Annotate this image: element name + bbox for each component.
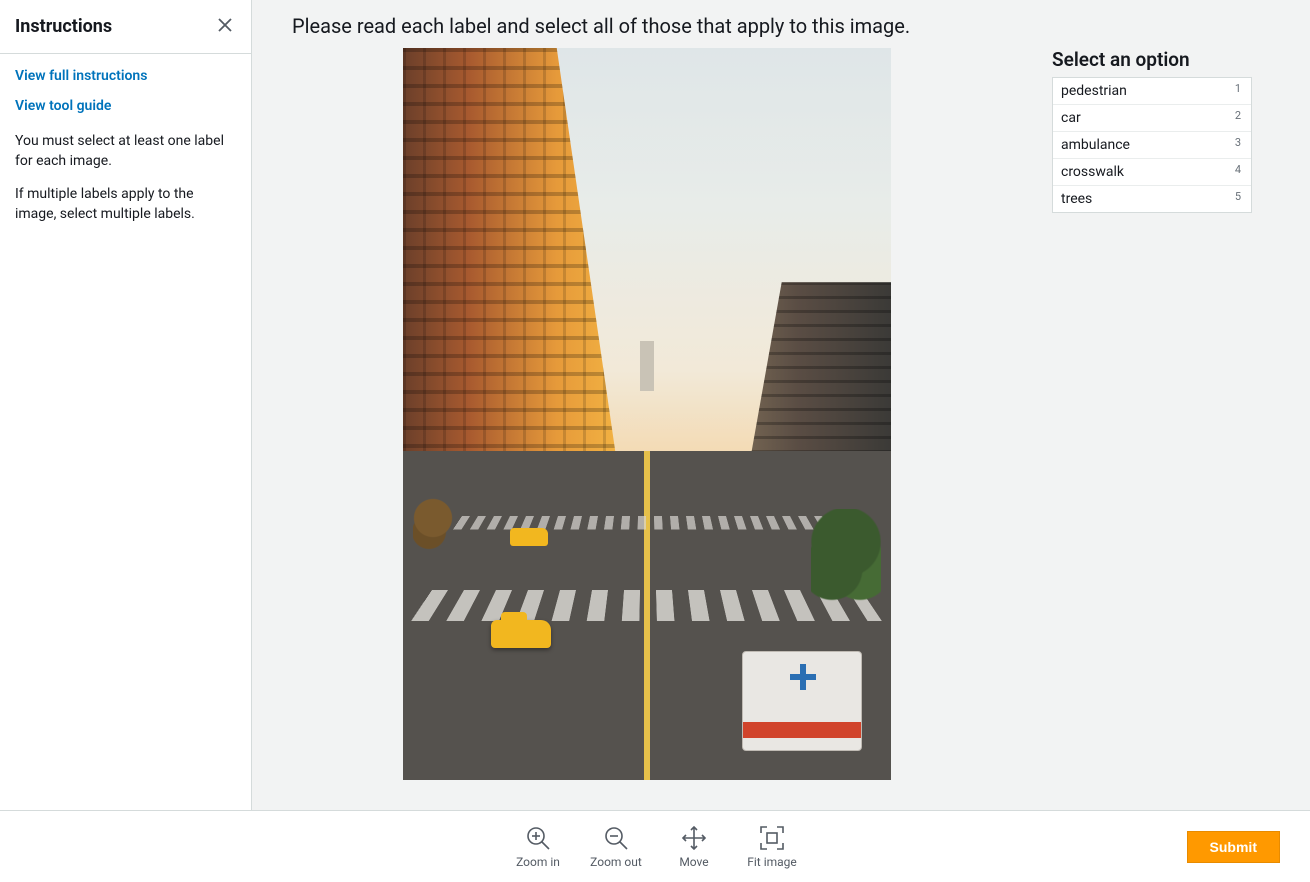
zoom-out-tool[interactable]: Zoom out	[589, 825, 643, 869]
options-title: Select an option	[1052, 48, 1252, 71]
task-prompt: Please read each label and select all of…	[252, 0, 1310, 48]
option-label: trees	[1061, 191, 1235, 207]
close-sidebar-button[interactable]	[214, 14, 236, 39]
fit-image-label: Fit image	[747, 855, 797, 869]
option-label: ambulance	[1061, 137, 1235, 153]
close-icon	[218, 20, 232, 35]
zoom-in-icon	[525, 825, 551, 851]
view-full-instructions-link[interactable]: View full instructions	[15, 68, 236, 84]
move-label: Move	[679, 855, 708, 869]
zoom-out-label: Zoom out	[590, 855, 642, 869]
option-shortcut: 4	[1235, 163, 1241, 176]
option-car[interactable]: car2	[1053, 104, 1251, 131]
fit-image-tool[interactable]: Fit image	[745, 825, 799, 869]
option-trees[interactable]: trees5	[1053, 185, 1251, 212]
options-list: pedestrian1car2ambulance3crosswalk4trees…	[1052, 77, 1252, 213]
option-shortcut: 2	[1235, 109, 1241, 122]
move-tool[interactable]: Move	[667, 825, 721, 869]
zoom-in-label: Zoom in	[516, 855, 560, 869]
sidebar-body: View full instructions View tool guide Y…	[0, 54, 251, 252]
move-icon	[681, 825, 707, 851]
option-ambulance[interactable]: ambulance3	[1053, 131, 1251, 158]
option-pedestrian[interactable]: pedestrian1	[1053, 78, 1251, 104]
option-shortcut: 5	[1235, 190, 1241, 203]
options-panel: Select an option pedestrian1car2ambulanc…	[1052, 48, 1252, 810]
zoom-in-tool[interactable]: Zoom in	[511, 825, 565, 869]
option-shortcut: 3	[1235, 136, 1241, 149]
sidebar-note-2: If multiple labels apply to the image, s…	[15, 185, 236, 224]
image-viewport[interactable]	[352, 48, 942, 810]
bottom-toolbar: Zoom in Zoom out Move	[0, 810, 1310, 882]
zoom-out-icon	[603, 825, 629, 851]
task-image	[403, 48, 891, 780]
option-shortcut: 1	[1235, 82, 1241, 95]
view-tool-guide-link[interactable]: View tool guide	[15, 98, 236, 114]
submit-button[interactable]: Submit	[1187, 831, 1280, 863]
fit-image-icon	[759, 825, 785, 851]
sidebar-header: Instructions	[0, 0, 251, 54]
sidebar-title: Instructions	[15, 16, 112, 37]
instructions-sidebar: Instructions View full instructions View…	[0, 0, 252, 810]
sidebar-note-1: You must select at least one label for e…	[15, 132, 236, 171]
option-label: car	[1061, 110, 1235, 126]
main-area: Please read each label and select all of…	[252, 0, 1310, 810]
option-crosswalk[interactable]: crosswalk4	[1053, 158, 1251, 185]
option-label: crosswalk	[1061, 164, 1235, 180]
option-label: pedestrian	[1061, 83, 1235, 99]
